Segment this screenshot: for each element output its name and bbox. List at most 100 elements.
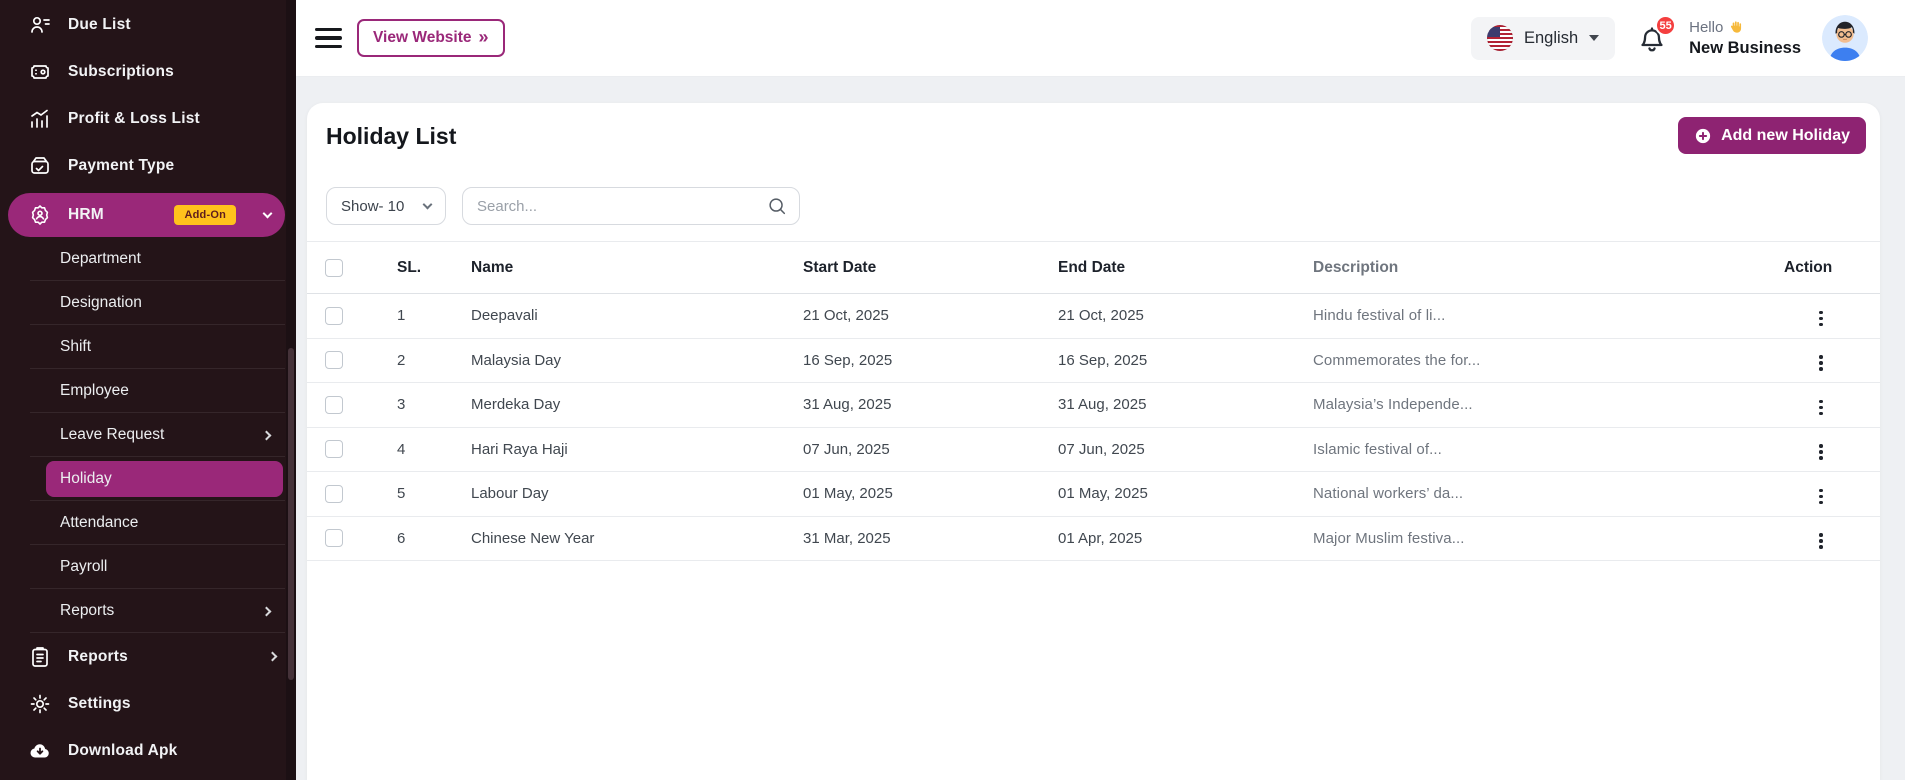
cell-description: National workers’ da... bbox=[1309, 485, 1773, 502]
row-actions-menu[interactable] bbox=[1813, 307, 1829, 331]
chevron-icon bbox=[262, 430, 272, 440]
cell-description: Major Muslim festiva... bbox=[1309, 530, 1773, 547]
user-avatar[interactable] bbox=[1822, 15, 1868, 61]
cell-start-date: 07 Jun, 2025 bbox=[799, 441, 1054, 458]
cell-sl: 5 bbox=[363, 485, 467, 502]
sidebar-item[interactable]: Due List bbox=[0, 1, 296, 48]
notifications-button[interactable]: 55 bbox=[1636, 21, 1668, 55]
row-actions-menu[interactable] bbox=[1813, 485, 1829, 509]
view-website-button[interactable]: View Website » bbox=[357, 19, 505, 57]
sidebar-subitem[interactable]: Department bbox=[0, 237, 296, 281]
col-header-name: Name bbox=[467, 259, 799, 277]
sidebar-subitem-label: Designation bbox=[60, 294, 142, 312]
addon-badge: Add-On bbox=[174, 205, 236, 225]
gear-icon bbox=[28, 692, 52, 716]
sidebar-item[interactable]: Settings bbox=[0, 680, 296, 727]
chevron-icon bbox=[262, 606, 272, 616]
col-header-end-date: End Date bbox=[1054, 259, 1309, 277]
select-all-checkbox[interactable] bbox=[325, 259, 343, 277]
sidebar-subitem-label: Leave Request bbox=[60, 426, 164, 444]
double-arrow-icon: » bbox=[479, 28, 489, 46]
row-checkbox[interactable] bbox=[325, 351, 343, 369]
cell-end-date: 01 Apr, 2025 bbox=[1054, 530, 1309, 547]
page-size-select[interactable]: Show- 10 bbox=[326, 187, 446, 225]
cell-start-date: 21 Oct, 2025 bbox=[799, 307, 1054, 324]
language-label: English bbox=[1524, 29, 1578, 48]
cell-name: Hari Raya Haji bbox=[467, 441, 799, 458]
user-list-icon bbox=[28, 13, 52, 37]
row-actions-menu[interactable] bbox=[1813, 440, 1829, 464]
sidebar-item-label: Reports bbox=[68, 648, 128, 666]
table-row: 6 Chinese New Year 31 Mar, 2025 01 Apr, … bbox=[307, 517, 1880, 562]
cell-sl: 6 bbox=[363, 530, 467, 547]
search-input[interactable] bbox=[462, 187, 800, 225]
cell-end-date: 07 Jun, 2025 bbox=[1054, 441, 1309, 458]
sidebar-subitem[interactable]: Attendance bbox=[0, 501, 296, 545]
row-checkbox[interactable] bbox=[325, 440, 343, 458]
cell-description: Hindu festival of li... bbox=[1309, 307, 1773, 324]
sidebar-subitem[interactable]: Leave Request bbox=[0, 413, 296, 457]
sidebar-item[interactable]: Reports bbox=[0, 633, 296, 680]
sidebar-scrollbar[interactable] bbox=[286, 0, 296, 780]
sidebar-subitem[interactable]: Holiday bbox=[0, 457, 296, 501]
cell-description: Islamic festival of... bbox=[1309, 441, 1773, 458]
row-checkbox[interactable] bbox=[325, 307, 343, 325]
holiday-list-card: Holiday List Add new Holiday Show- 10 SL… bbox=[307, 103, 1880, 780]
sidebar-item[interactable]: Download Apk bbox=[0, 727, 296, 774]
top-bar: View Website » English 55 Hello New Busi… bbox=[296, 0, 1905, 77]
plus-circle-icon bbox=[1694, 127, 1712, 145]
row-checkbox[interactable] bbox=[325, 529, 343, 547]
chevron-icon bbox=[268, 652, 278, 662]
table-row: 1 Deepavali 21 Oct, 2025 21 Oct, 2025 Hi… bbox=[307, 294, 1880, 339]
sidebar-subitem-label: Holiday bbox=[60, 470, 112, 488]
language-selector[interactable]: English bbox=[1471, 17, 1615, 60]
clipboard-icon bbox=[28, 645, 52, 669]
sidebar-subitem[interactable]: Payroll bbox=[0, 545, 296, 589]
cell-name: Deepavali bbox=[467, 307, 799, 324]
cell-sl: 1 bbox=[363, 307, 467, 324]
row-actions-menu[interactable] bbox=[1813, 396, 1829, 420]
menu-toggle-icon[interactable] bbox=[315, 28, 342, 48]
sidebar-subitem-label: Reports bbox=[60, 602, 114, 620]
row-actions-menu[interactable] bbox=[1813, 351, 1829, 375]
table-row: 4 Hari Raya Haji 07 Jun, 2025 07 Jun, 20… bbox=[307, 428, 1880, 473]
sidebar-subitem[interactable]: Shift bbox=[0, 325, 296, 369]
cell-end-date: 01 May, 2025 bbox=[1054, 485, 1309, 502]
sidebar-item[interactable]: Profit & Loss List bbox=[0, 95, 296, 142]
cell-name: Merdeka Day bbox=[467, 396, 799, 413]
us-flag-icon bbox=[1487, 25, 1513, 51]
cell-description: Commemorates the for... bbox=[1309, 352, 1773, 369]
sidebar-item-label: Profit & Loss List bbox=[68, 110, 200, 128]
ticket-icon bbox=[28, 60, 52, 84]
col-header-sl: SL. bbox=[363, 259, 467, 277]
wave-hand-icon bbox=[1728, 19, 1744, 35]
sidebar-subitem-label: Employee bbox=[60, 382, 129, 400]
row-checkbox[interactable] bbox=[325, 396, 343, 414]
row-checkbox[interactable] bbox=[325, 485, 343, 503]
sidebar-scrollbar-thumb[interactable] bbox=[288, 348, 294, 680]
cell-start-date: 31 Aug, 2025 bbox=[799, 396, 1054, 413]
sidebar-item-label: HRM bbox=[68, 206, 104, 224]
sidebar-subitem-label: Attendance bbox=[60, 514, 138, 532]
sidebar-subitem[interactable]: Reports bbox=[0, 589, 296, 633]
sidebar-item[interactable]: HRM Add-On bbox=[8, 193, 285, 237]
sidebar-item[interactable]: Subscriptions bbox=[0, 48, 296, 95]
bar-chart-icon bbox=[28, 107, 52, 131]
notification-count-badge: 55 bbox=[1655, 15, 1676, 36]
sidebar-subitem[interactable]: Designation bbox=[0, 281, 296, 325]
row-actions-menu[interactable] bbox=[1813, 529, 1829, 553]
cloud-download-icon bbox=[28, 739, 52, 763]
sidebar-subitem[interactable]: Employee bbox=[0, 369, 296, 413]
sidebar-item-label: Subscriptions bbox=[68, 63, 174, 81]
cell-start-date: 16 Sep, 2025 bbox=[799, 352, 1054, 369]
table-row: 3 Merdeka Day 31 Aug, 2025 31 Aug, 2025 … bbox=[307, 383, 1880, 428]
cell-end-date: 31 Aug, 2025 bbox=[1054, 396, 1309, 413]
cell-name: Malaysia Day bbox=[467, 352, 799, 369]
cell-end-date: 21 Oct, 2025 bbox=[1054, 307, 1309, 324]
page-title: Holiday List bbox=[326, 123, 1866, 149]
sidebar-item[interactable]: Payment Type bbox=[0, 142, 296, 189]
add-holiday-button[interactable]: Add new Holiday bbox=[1678, 117, 1866, 154]
cell-end-date: 16 Sep, 2025 bbox=[1054, 352, 1309, 369]
table-toolbar: Show- 10 bbox=[307, 187, 1880, 225]
page-size-label: Show- 10 bbox=[341, 198, 404, 215]
